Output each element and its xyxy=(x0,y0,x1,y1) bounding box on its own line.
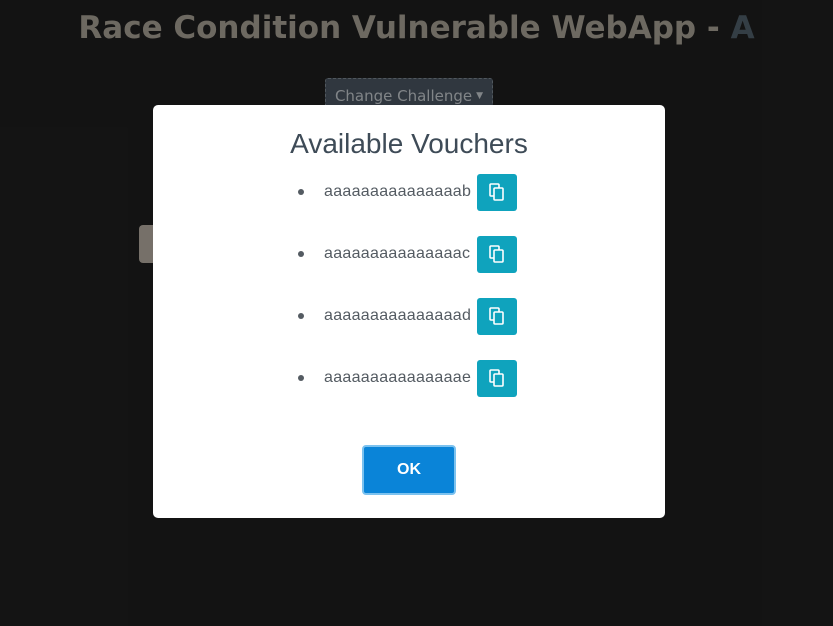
copy-voucher-button[interactable] xyxy=(477,235,517,273)
modal-title: Available Vouchers xyxy=(290,128,528,159)
voucher-item: aaaaaaaaaaaaaaac xyxy=(298,235,517,273)
copy-voucher-button[interactable] xyxy=(477,297,517,335)
voucher-code: aaaaaaaaaaaaaaac xyxy=(324,245,471,262)
copy-icon xyxy=(489,183,504,201)
bullet-icon xyxy=(298,251,304,257)
copy-icon xyxy=(489,245,504,263)
voucher-code: aaaaaaaaaaaaaaae xyxy=(324,369,472,386)
vouchers-modal: Available Vouchers aaaaaaaaaaaaaaab aaaa… xyxy=(153,105,665,518)
voucher-item: aaaaaaaaaaaaaaad xyxy=(298,297,517,335)
voucher-item: aaaaaaaaaaaaaaab xyxy=(298,173,517,211)
copy-icon xyxy=(489,307,504,325)
bullet-icon xyxy=(298,313,304,319)
ok-button[interactable]: OK xyxy=(362,445,456,495)
voucher-item: aaaaaaaaaaaaaaae xyxy=(298,359,517,397)
bullet-icon xyxy=(298,189,304,195)
bullet-icon xyxy=(298,375,304,381)
copy-voucher-button[interactable] xyxy=(477,359,517,397)
copy-icon xyxy=(489,369,504,387)
voucher-code: aaaaaaaaaaaaaaab xyxy=(324,183,472,200)
copy-voucher-button[interactable] xyxy=(477,173,517,211)
voucher-code: aaaaaaaaaaaaaaad xyxy=(324,307,472,324)
